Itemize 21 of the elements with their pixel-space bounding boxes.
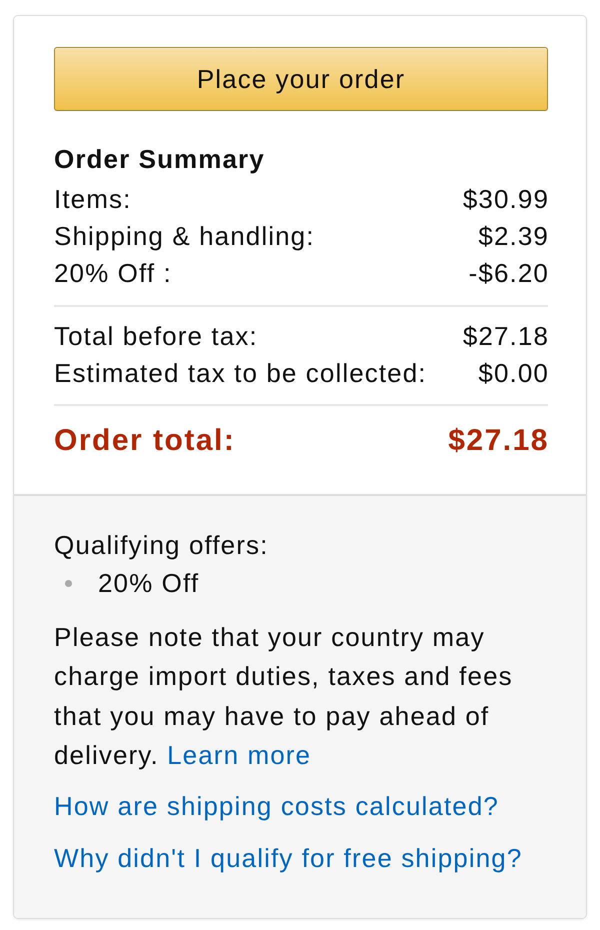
summary-label: Total before tax: [54,320,258,353]
learn-more-link[interactable]: Learn more [167,740,312,770]
summary-value: $27.18 [462,320,549,353]
order-total-value: $27.18 [448,423,549,459]
summary-value: $0.00 [478,357,549,390]
summary-label: 20% Off : [54,257,172,290]
help-link[interactable]: Why didn't I qualify for free shipping? [54,839,522,878]
summary-value: -$6.20 [468,257,549,290]
summary-value: $2.39 [478,220,549,253]
summary-value: $30.99 [462,183,549,216]
summary-title: Order Summary [54,143,266,176]
summary-label: Shipping & handling: [54,220,315,253]
order-total-label: Order total: [54,423,236,459]
bullet-icon [65,580,72,586]
help-link[interactable]: How are shipping costs calculated? [54,787,499,826]
offers-title: Qualifying offers: [54,529,268,562]
summary-label: Estimated tax to be collected: [54,357,427,390]
summary-label: Items: [54,183,132,216]
place-order-button[interactable]: Place your order [54,47,548,111]
import-note: Please note that your country may charge import duties, taxes and fees that you may have to pay ahead of delivery. Learn more [54,621,514,772]
offer-text: 20% Off [98,567,200,600]
